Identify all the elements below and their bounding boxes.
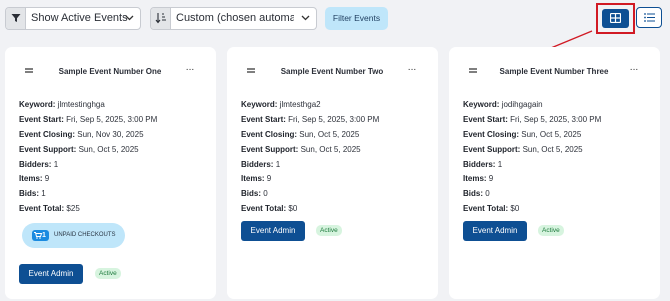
list-view-button[interactable] xyxy=(636,7,662,28)
event-support-label: Event Support: xyxy=(19,144,77,154)
bidders-value: 1 xyxy=(497,159,503,169)
toolbar: Show Active Events Custom (chosen automa… xyxy=(5,3,662,34)
grid-view-highlight xyxy=(596,3,635,34)
list-view-icon xyxy=(644,13,655,22)
unpaid-checkouts-button[interactable]: 1 UNPAID CHECKOUTS xyxy=(22,223,125,248)
event-card: Sample Event Number One ··· Keyword: jlm… xyxy=(5,47,216,299)
event-total-label: Event Total: xyxy=(241,204,287,214)
event-total-label: Event Total: xyxy=(19,204,65,214)
bidders-label: Bidders: xyxy=(19,159,52,169)
event-support-label: Event Support: xyxy=(241,144,299,154)
event-start-label: Event Start: xyxy=(463,114,508,124)
event-details: Keyword: jodihgagain Event Start: Fri, S… xyxy=(463,98,601,217)
more-options-icon[interactable]: ··· xyxy=(408,64,417,75)
cart-icon: 1 xyxy=(32,230,49,241)
grid-view-button[interactable] xyxy=(602,9,629,28)
items-value: 9 xyxy=(266,174,272,184)
grid-view-icon xyxy=(610,13,621,23)
event-total-value: $0 xyxy=(288,204,298,214)
keyword-label: Keyword: xyxy=(19,100,56,109)
bidders-label: Bidders: xyxy=(241,159,274,169)
event-closing-label: Event Closing: xyxy=(463,129,520,139)
funnel-icon xyxy=(6,8,26,29)
bids-value: 0 xyxy=(263,189,268,199)
sort-select[interactable]: Custom (chosen automatical xyxy=(150,7,317,30)
event-closing-value: Sun, Oct 5, 2025 xyxy=(299,129,360,139)
sort-value: Custom (chosen automatical xyxy=(176,12,294,24)
event-total-value: $0 xyxy=(510,204,520,214)
event-closing-value: Sun, Oct 5, 2025 xyxy=(521,129,582,139)
unpaid-count: 1 xyxy=(42,232,46,239)
event-total-label: Event Total: xyxy=(463,204,509,214)
bidders-label: Bidders: xyxy=(463,159,496,169)
keyword-value: jodihgagain xyxy=(501,100,543,109)
items-label: Items: xyxy=(463,174,487,184)
event-start-label: Event Start: xyxy=(241,114,286,124)
items-label: Items: xyxy=(241,174,265,184)
event-admin-button[interactable]: Event Admin xyxy=(19,264,83,284)
event-admin-button[interactable]: Event Admin xyxy=(241,221,305,241)
keyword-value: jlmtestinghga xyxy=(57,100,105,109)
event-admin-button[interactable]: Event Admin xyxy=(463,221,527,241)
bidders-value: 1 xyxy=(53,159,59,169)
event-card: Sample Event Number Three ··· Keyword: j… xyxy=(449,47,660,299)
event-support-value: Sun, Oct 5, 2025 xyxy=(300,144,361,154)
event-filter-select[interactable]: Show Active Events xyxy=(5,7,141,30)
unpaid-checkouts-label: UNPAID CHECKOUTS xyxy=(54,232,116,238)
items-label: Items: xyxy=(19,174,43,184)
filter-events-button[interactable]: Filter Events xyxy=(325,7,388,30)
status-badge: Active xyxy=(316,225,342,236)
bids-label: Bids: xyxy=(241,189,261,199)
bids-label: Bids: xyxy=(19,189,39,199)
event-total-value: $25 xyxy=(66,204,80,214)
event-support-label: Event Support: xyxy=(463,144,521,154)
sort-icon xyxy=(151,8,171,29)
keyword-value: jlmtesthga2 xyxy=(279,100,321,109)
event-details: Keyword: jlmtestinghga Event Start: Fri,… xyxy=(19,98,157,217)
keyword-label: Keyword: xyxy=(241,100,278,109)
event-title: Sample Event Number Three xyxy=(499,67,609,76)
drag-handle-icon[interactable] xyxy=(25,68,33,73)
event-filter-value: Show Active Events xyxy=(31,12,128,24)
chevron-down-icon xyxy=(125,15,134,21)
event-support-value: Sun, Oct 5, 2025 xyxy=(78,144,139,154)
items-value: 9 xyxy=(44,174,50,184)
bidders-value: 1 xyxy=(275,159,281,169)
event-start-value: Fri, Sep 5, 2025, 3:00 PM xyxy=(510,114,602,124)
event-title: Sample Event Number One xyxy=(58,67,162,76)
status-badge: Active xyxy=(538,225,564,236)
bids-value: 0 xyxy=(485,189,490,199)
event-start-value: Fri, Sep 5, 2025, 3:00 PM xyxy=(288,114,380,124)
items-value: 9 xyxy=(488,174,494,184)
event-support-value: Sun, Oct 5, 2025 xyxy=(522,144,583,154)
event-details: Keyword: jlmtesthga2 Event Start: Fri, S… xyxy=(241,98,379,217)
event-title: Sample Event Number Two xyxy=(280,67,384,76)
chevron-down-icon xyxy=(301,15,310,21)
event-start-label: Event Start: xyxy=(19,114,64,124)
event-card: Sample Event Number Two ··· Keyword: jlm… xyxy=(227,47,438,299)
drag-handle-icon[interactable] xyxy=(247,68,255,73)
more-options-icon[interactable]: ··· xyxy=(630,64,639,75)
status-badge: Active xyxy=(95,268,121,279)
event-closing-label: Event Closing: xyxy=(241,129,298,139)
bids-value: 1 xyxy=(41,189,46,199)
more-options-icon[interactable]: ··· xyxy=(186,64,195,75)
drag-handle-icon[interactable] xyxy=(469,68,477,73)
bids-label: Bids: xyxy=(463,189,483,199)
event-start-value: Fri, Sep 5, 2025, 3:00 PM xyxy=(66,114,158,124)
keyword-label: Keyword: xyxy=(463,100,500,109)
event-closing-value: Sun, Nov 30, 2025 xyxy=(77,129,144,139)
event-closing-label: Event Closing: xyxy=(19,129,76,139)
